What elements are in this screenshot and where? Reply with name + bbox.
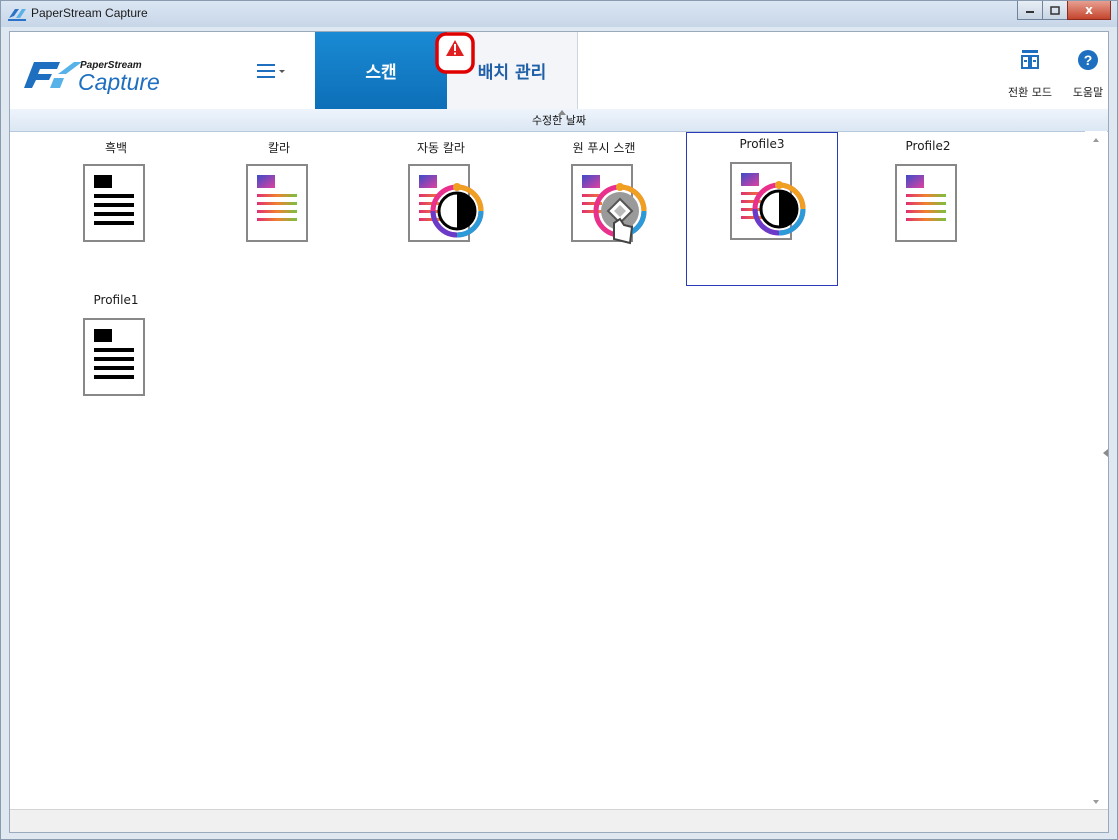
auto-color-document-icon xyxy=(730,162,806,240)
switch-mode-button[interactable]: 전환 모드 xyxy=(1000,46,1060,102)
minimize-button[interactable] xyxy=(1017,1,1043,20)
close-icon: x xyxy=(1085,3,1093,17)
panel-expand-icon[interactable] xyxy=(1101,448,1111,458)
profile-item[interactable]: 자동 칼라 xyxy=(365,135,517,289)
main-menu-button[interactable] xyxy=(255,56,295,86)
main-area: PaperStream Capture 스캔 배치 관리 전환 모드 ? 도움말… xyxy=(9,31,1109,833)
help-icon: ? xyxy=(1078,50,1098,70)
sort-header[interactable]: 수정한 날짜 xyxy=(10,109,1108,132)
tab-scan[interactable]: 스캔 xyxy=(315,32,447,109)
profile-name: 원 푸시 스캔 xyxy=(572,141,636,155)
profile-name: 칼라 xyxy=(267,141,291,155)
app-header: PaperStream Capture 스캔 배치 관리 전환 모드 ? 도움말 xyxy=(10,32,1108,110)
profile-grid: 흑백 칼라 자동 칼라 원 푸시 스캔 Profile3 Profile2 Pr… xyxy=(10,131,1085,811)
logo-text-bottom: Capture xyxy=(78,69,160,94)
one-push-scan-icon xyxy=(571,164,647,245)
window-title: PaperStream Capture xyxy=(31,6,148,20)
vertical-scrollbar[interactable] xyxy=(1085,131,1107,811)
warning-icon xyxy=(435,32,475,74)
tab-scan-label: 스캔 xyxy=(365,63,397,83)
sort-label: 수정한 날짜 xyxy=(531,114,587,127)
auto-color-document-icon xyxy=(408,164,484,242)
hamburger-menu-icon xyxy=(257,64,285,78)
profile-item-selected[interactable]: Profile3 xyxy=(686,132,838,286)
status-bar xyxy=(10,809,1108,832)
window-controls: x xyxy=(1017,1,1111,21)
profile-item[interactable]: Profile1 xyxy=(40,289,192,443)
profile-name: Profile1 xyxy=(93,293,139,307)
sort-ascending-icon xyxy=(558,110,566,115)
profile-item[interactable]: 원 푸시 스캔 xyxy=(528,135,680,289)
color-document-icon xyxy=(246,164,308,242)
maximize-icon xyxy=(1050,5,1060,15)
profile-item[interactable]: 흑백 xyxy=(40,135,192,289)
profile-name: 흑백 xyxy=(104,141,128,155)
close-button[interactable]: x xyxy=(1067,1,1111,20)
minimize-icon xyxy=(1026,11,1034,13)
bw-document-icon xyxy=(83,318,145,396)
profile-name: 자동 칼라 xyxy=(417,141,465,155)
scroll-down-icon[interactable] xyxy=(1085,795,1107,809)
app-window: PaperStream Capture x PaperStream Captur… xyxy=(0,0,1118,840)
switch-mode-label: 전환 모드 xyxy=(1008,86,1052,99)
profile-item[interactable]: Profile2 xyxy=(852,135,1004,289)
scroll-up-icon[interactable] xyxy=(1085,133,1107,147)
tab-batch-label: 배치 관리 xyxy=(477,63,547,83)
paperstream-logo: PaperStream Capture xyxy=(24,60,160,94)
bw-document-icon xyxy=(83,164,145,242)
profile-name: Profile3 xyxy=(739,137,785,151)
help-button[interactable]: ? 도움말 xyxy=(1058,46,1108,102)
switch-mode-icon xyxy=(1021,50,1039,69)
help-label: 도움말 xyxy=(1072,86,1104,99)
maximize-button[interactable] xyxy=(1042,1,1068,20)
color-document-icon xyxy=(895,164,957,242)
title-bar[interactable]: PaperStream Capture x xyxy=(1,1,1117,27)
app-icon xyxy=(8,9,26,21)
svg-text:?: ? xyxy=(1084,52,1093,68)
profile-name: Profile2 xyxy=(905,139,951,153)
profile-item[interactable]: 칼라 xyxy=(203,135,355,289)
